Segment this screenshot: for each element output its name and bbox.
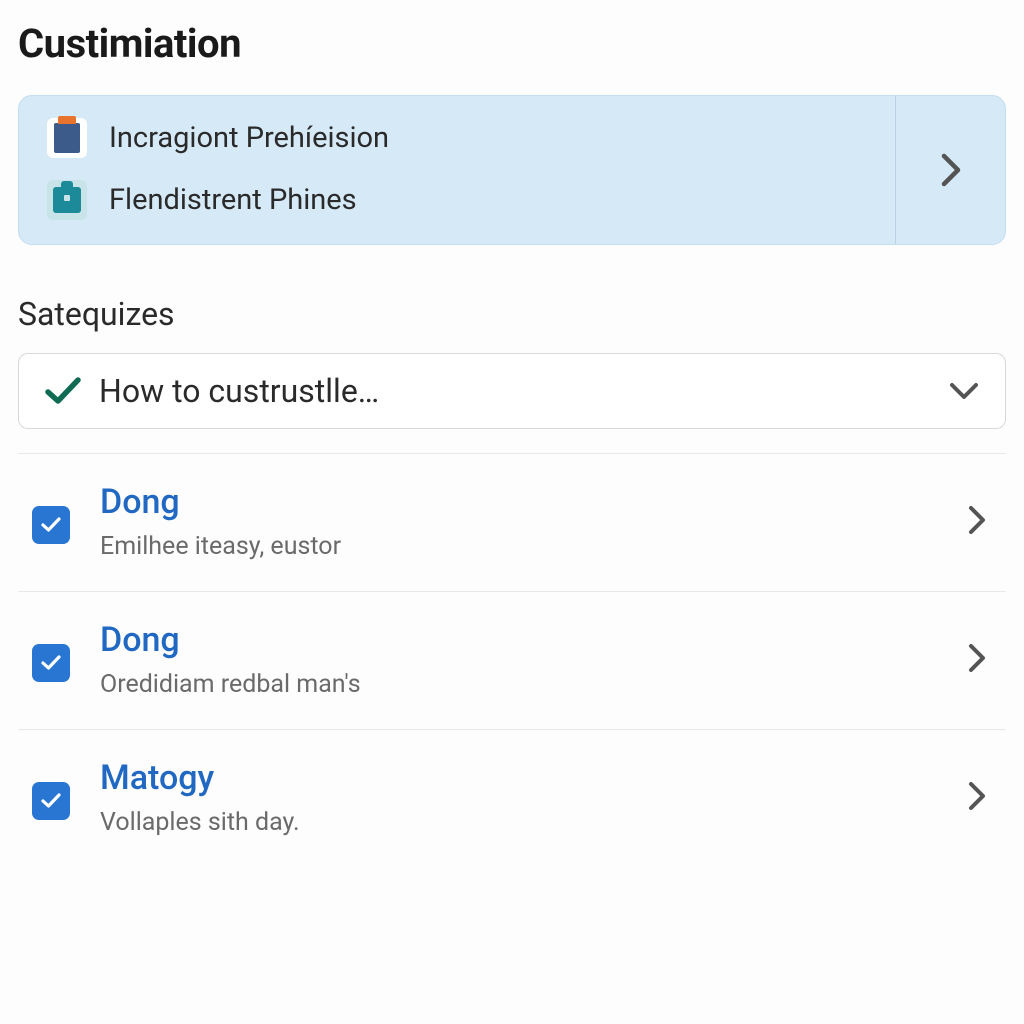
list-body: Dong Oredidiam redbal man's <box>100 620 938 699</box>
expander-how-to[interactable]: How to custrustlle… <box>18 353 1006 429</box>
banner-content: Incragiont Prehíeision Flendistrent Phin… <box>19 96 895 244</box>
checkbox[interactable] <box>32 506 70 544</box>
list-item-title: Dong <box>100 482 938 522</box>
list-item[interactable]: Dong Oredidiam redbal man's <box>18 592 1006 730</box>
check-icon <box>45 376 81 406</box>
list-body: Matogy Vollaples sith day. <box>100 758 938 837</box>
clipboard-icon <box>47 118 87 158</box>
banner-label-0: Incragiont Prehíeision <box>109 121 389 155</box>
list-body: Dong Emilhee iteasy, eustor <box>100 482 938 561</box>
banner-action[interactable] <box>895 96 1005 244</box>
checkbox[interactable] <box>32 782 70 820</box>
list-item[interactable]: Dong Emilhee iteasy, eustor <box>18 454 1006 592</box>
page-container: Custimiation Incragiont Prehíeision Flen… <box>0 0 1024 867</box>
list-item-subtitle: Emilhee iteasy, eustor <box>100 532 938 561</box>
list-item-subtitle: Vollaples sith day. <box>100 808 938 837</box>
section-title: Satequizes <box>18 295 1006 333</box>
banner-row-0: Incragiont Prehíeision <box>47 118 867 158</box>
banner-row-1: Flendistrent Phines <box>47 180 867 220</box>
list-item-action[interactable] <box>968 643 996 677</box>
list-item-action[interactable] <box>968 505 996 539</box>
banner-label-1: Flendistrent Phines <box>109 183 357 217</box>
page-title: Custimiation <box>18 20 1006 67</box>
list-item[interactable]: Matogy Vollaples sith day. <box>18 730 1006 867</box>
chevron-right-icon <box>940 152 962 188</box>
check-icon <box>40 792 62 810</box>
chevron-right-icon <box>968 643 986 673</box>
checkbox[interactable] <box>32 644 70 682</box>
chevron-right-icon <box>968 505 986 535</box>
list-item-title: Matogy <box>100 758 938 798</box>
expander-label: How to custrustlle… <box>99 372 931 410</box>
check-icon <box>40 654 62 672</box>
check-icon <box>40 516 62 534</box>
info-banner[interactable]: Incragiont Prehíeision Flendistrent Phin… <box>18 95 1006 245</box>
toolbox-icon <box>47 180 87 220</box>
list-item-action[interactable] <box>968 781 996 815</box>
list-item-subtitle: Oredidiam redbal man's <box>100 670 938 699</box>
item-list: Dong Emilhee iteasy, eustor Dong Oredidi… <box>18 453 1006 867</box>
chevron-right-icon <box>968 781 986 811</box>
chevron-down-icon <box>949 382 979 400</box>
list-item-title: Dong <box>100 620 938 660</box>
